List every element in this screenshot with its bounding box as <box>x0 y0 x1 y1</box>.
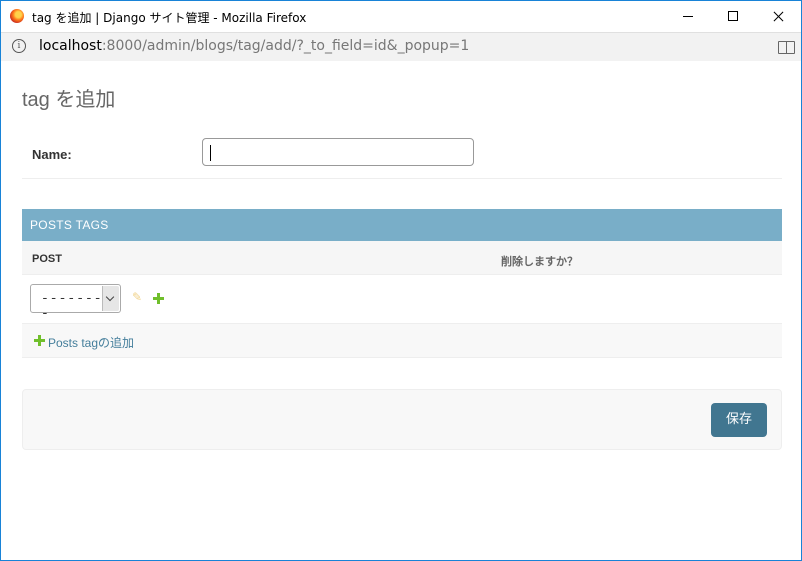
post-select[interactable]: --------- <box>30 284 121 321</box>
name-label: Name: <box>32 147 72 162</box>
reader-view-icon[interactable] <box>778 41 795 54</box>
inline-row: --------- ✎ <box>22 275 782 324</box>
column-post: POST <box>32 253 62 265</box>
minimize-button[interactable] <box>665 1 711 31</box>
name-form-row: Name: <box>22 126 782 179</box>
inline-column-headers: POST 削除しますか？ <box>22 241 782 275</box>
inline-header: POSTS TAGS <box>22 209 782 241</box>
text-caret <box>210 145 211 161</box>
chevron-down-icon[interactable] <box>102 286 119 311</box>
submit-row: 保存 <box>22 389 782 450</box>
url-text[interactable]: localhost:8000/admin/blogs/tag/add/?_to_… <box>39 38 469 54</box>
add-posts-tag-link[interactable]: Posts tagの追加 <box>48 334 134 351</box>
url-host: localhost <box>39 38 102 54</box>
page-title: tag を追加 <box>22 89 116 111</box>
page-content: tag を追加 Name: POSTS TAGS POST 削除しますか？ --… <box>1 61 801 560</box>
url-bar[interactable]: i localhost:8000/admin/blogs/tag/add/?_t… <box>1 32 801 62</box>
name-input[interactable] <box>202 138 474 166</box>
title-bar: tag を追加 | Django サイト管理 - Mozilla Firefox <box>1 1 801 31</box>
window-title: tag を追加 | Django サイト管理 - Mozilla Firefox <box>32 11 307 25</box>
browser-window: tag を追加 | Django サイト管理 - Mozilla Firefox… <box>0 0 802 561</box>
column-delete: 削除しますか？ <box>501 256 578 268</box>
add-plus-icon[interactable] <box>34 335 45 346</box>
maximize-button[interactable] <box>710 1 756 31</box>
add-inline-row[interactable]: Posts tagの追加 <box>22 324 782 358</box>
add-related-plus-icon[interactable] <box>153 293 164 304</box>
firefox-logo-icon <box>10 9 24 23</box>
close-window-button[interactable] <box>755 1 801 31</box>
url-path: :8000/admin/blogs/tag/add/?_to_field=id&… <box>101 38 470 54</box>
posts-tags-inline: POSTS TAGS POST 削除しますか？ --------- ✎ Post… <box>22 209 782 358</box>
pencil-edit-icon[interactable]: ✎ <box>132 291 144 303</box>
site-info-icon[interactable]: i <box>12 39 26 53</box>
save-button[interactable]: 保存 <box>711 403 767 437</box>
